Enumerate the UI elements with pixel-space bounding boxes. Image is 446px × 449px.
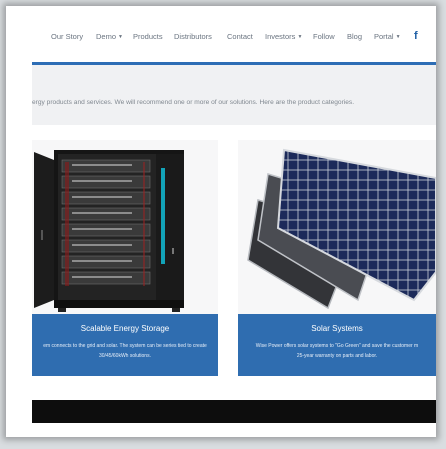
card-caption: Scalable Energy Storage em connects to t… [32, 314, 218, 376]
nav-label: Contact [227, 32, 253, 41]
intro-text: ergy products and services. We will reco… [32, 99, 355, 106]
nav-investors[interactable]: Investors ▼ [265, 32, 302, 41]
nav-label: Our Story [51, 32, 84, 41]
top-nav: Our Story Demo ▼ Products Distributors Co… [6, 30, 436, 52]
dark-section-bar [32, 400, 436, 423]
nav-portal[interactable]: Portal ▼ [374, 32, 401, 41]
nav-label: Blog [347, 32, 363, 41]
nav-label: Investors [265, 32, 296, 41]
battery-cabinet-image [32, 140, 218, 314]
card-description: Wise Power offers solar systems to "Go G… [238, 341, 436, 361]
nav-demo[interactable]: Demo ▼ [96, 32, 123, 41]
card-caption: Solar Systems Wise Power offers solar sy… [238, 314, 436, 376]
intro-band [32, 65, 436, 125]
nav-label: Demo [96, 32, 117, 41]
nav-follow[interactable]: Follow [313, 32, 335, 41]
caret-down-icon: ▼ [118, 34, 123, 40]
nav-products[interactable]: Products [133, 32, 163, 41]
nav-label: Portal [374, 32, 394, 41]
nav-contact[interactable]: Contact [227, 32, 253, 41]
card-title: Scalable Energy Storage [80, 324, 170, 333]
solar-panel-image [238, 140, 436, 314]
nav-label: Distributors [174, 32, 212, 41]
nav-blog[interactable]: Blog [347, 32, 362, 41]
nav-label: Products [133, 32, 163, 41]
product-card-solar-systems[interactable]: Solar Systems Wise Power offers solar sy… [238, 140, 436, 376]
caret-down-icon: ▼ [395, 34, 401, 40]
nav-label: Follow [313, 32, 335, 41]
card-description-line: 25-year warranty on parts and labor. [296, 353, 378, 359]
card-description-line: Wise Power offers solar systems to "Go G… [255, 343, 419, 349]
caret-down-icon: ▼ [297, 34, 303, 40]
product-card-energy-storage[interactable]: Scalable Energy Storage em connects to t… [32, 140, 218, 376]
facebook-icon[interactable]: f [414, 30, 418, 42]
card-description: em connects to the grid and solar. The s… [32, 341, 218, 361]
card-description-line: em connects to the grid and solar. The s… [43, 343, 207, 349]
browser-page: Our Story Demo ▼ Products Distributors Co… [6, 6, 436, 437]
nav-our-story[interactable]: Our Story [51, 32, 83, 41]
card-title: Solar Systems [311, 324, 363, 333]
nav-distributors[interactable]: Distributors [174, 32, 212, 41]
card-description-line: 30/45/60kWh solutions. [99, 353, 151, 359]
